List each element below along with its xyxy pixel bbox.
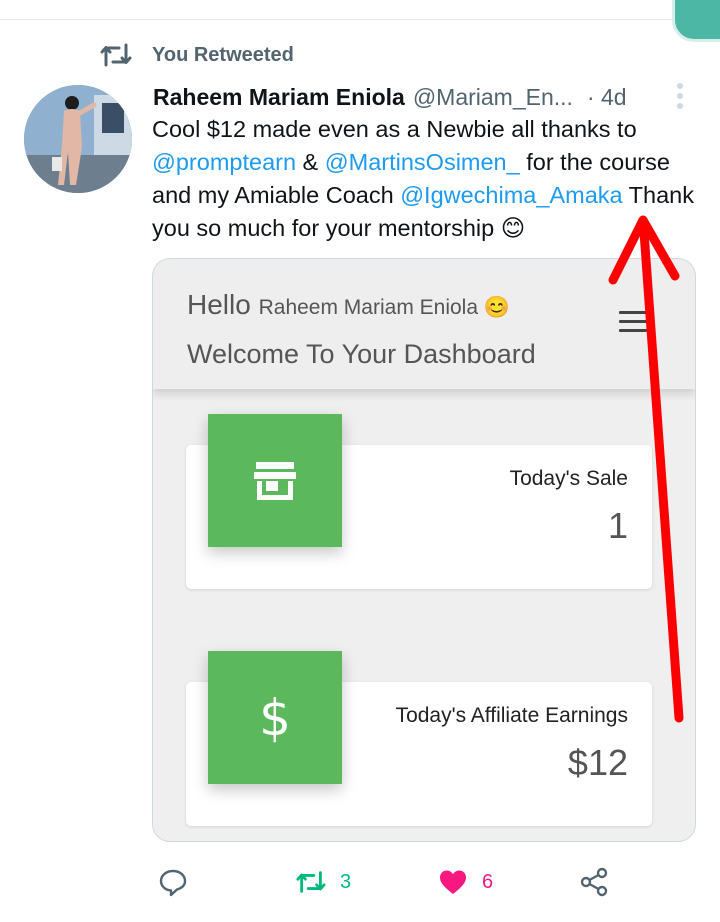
heart-icon xyxy=(440,870,466,894)
like-button[interactable]: 6 xyxy=(438,862,493,902)
greeting-name: Raheem Mariam Eniola 😊 xyxy=(258,296,510,319)
mention-link[interactable]: @MartinsOsimen_ xyxy=(325,149,520,175)
share-button[interactable] xyxy=(579,862,609,902)
tweet-text-segment: Cool $12 made even as a Newbie all thank… xyxy=(152,116,637,142)
greeting: Hello Raheem Mariam Eniola 😊 xyxy=(187,289,510,321)
retweet-icon xyxy=(296,871,326,893)
dashboard-header: Hello Raheem Mariam Eniola 😊 Welcome To … xyxy=(153,259,695,389)
avatar[interactable] xyxy=(24,85,132,193)
store-icon xyxy=(254,461,296,500)
stat-value: $12 xyxy=(567,742,628,783)
retweet-button[interactable]: 3 xyxy=(296,862,351,902)
tweet-text-segment: & xyxy=(296,149,325,175)
like-count: 6 xyxy=(482,870,494,893)
stat-label: Today's Affiliate Earnings xyxy=(395,704,628,727)
dollar-icon: $ xyxy=(259,688,291,747)
retweet-icon xyxy=(100,43,132,67)
retweet-banner: You Retweeted xyxy=(100,40,294,70)
avatar-photo xyxy=(24,85,132,193)
tweet-actions: 3 6 xyxy=(0,862,720,902)
mention-link[interactable]: @promptearn xyxy=(152,149,296,175)
author-handle[interactable]: @Mariam_En... xyxy=(413,84,573,111)
share-icon xyxy=(580,867,608,897)
tweet-body: Cool $12 made even as a Newbie all thank… xyxy=(152,113,712,245)
retweet-count: 3 xyxy=(340,870,352,893)
compose-fab[interactable] xyxy=(672,0,720,42)
stat-icon-box xyxy=(208,414,342,547)
top-divider xyxy=(0,19,690,20)
author-name[interactable]: Raheem Mariam Eniola xyxy=(153,84,405,111)
reply-icon xyxy=(159,869,187,897)
greeting-word: Hello xyxy=(187,289,251,320)
reply-button[interactable] xyxy=(158,862,202,902)
retweet-banner-label: You Retweeted xyxy=(152,43,294,66)
attached-image[interactable]: Hello Raheem Mariam Eniola 😊 Welcome To … xyxy=(152,258,696,842)
tweet-header: Raheem Mariam Eniola @Mariam_En... · 4d xyxy=(153,80,673,114)
tweet-time[interactable]: · 4d xyxy=(587,84,627,111)
welcome-text: Welcome To Your Dashboard xyxy=(187,339,536,369)
stat-icon-box: $ xyxy=(208,651,342,784)
hamburger-menu-icon xyxy=(619,311,647,333)
more-options-icon[interactable] xyxy=(672,82,688,110)
stat-value: 1 xyxy=(607,505,628,546)
mention-link[interactable]: @Igwechima_Amaka xyxy=(400,182,622,208)
stat-label: Today's Sale xyxy=(509,467,628,490)
